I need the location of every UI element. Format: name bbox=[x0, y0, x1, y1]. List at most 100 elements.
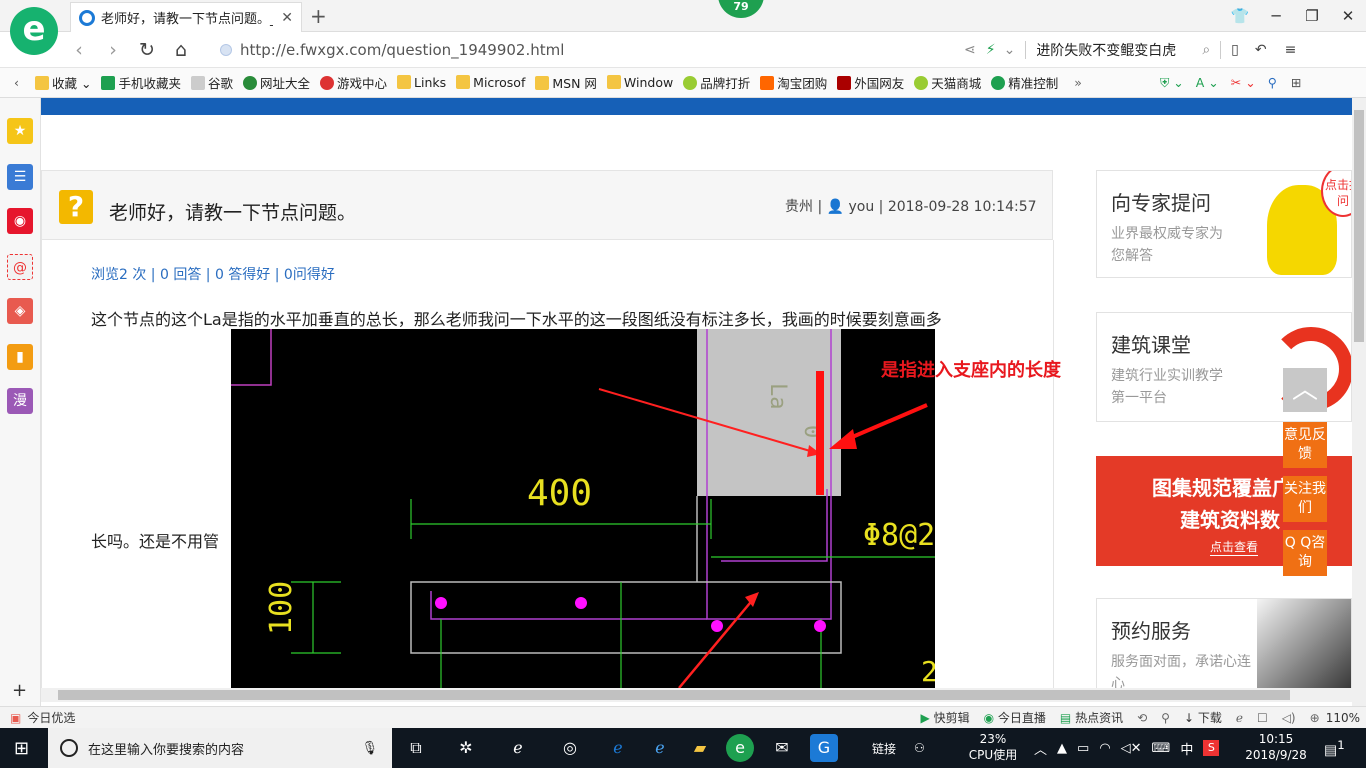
people-icon[interactable]: ⚇ bbox=[914, 741, 925, 755]
question-stats[interactable]: 浏览2 次 | 0 回答 | 0 答得好 | 0问得好 bbox=[91, 264, 335, 284]
favorites-icon[interactable]: ★ bbox=[7, 118, 33, 144]
bookmark-item[interactable]: 收藏 ⌄ bbox=[35, 73, 91, 92]
ie-icon[interactable]: ℯ bbox=[646, 734, 674, 762]
bookmark-item[interactable]: 淘宝团购 bbox=[760, 73, 827, 92]
zoom-level[interactable]: 110% bbox=[1326, 711, 1360, 725]
history-icon[interactable]: ⟲ bbox=[1137, 711, 1147, 725]
bookmark-item[interactable]: Window bbox=[606, 75, 673, 90]
bookmark-item[interactable]: 网址大全 bbox=[243, 73, 310, 92]
minimize-icon[interactable]: ─ bbox=[1258, 7, 1294, 25]
status-item[interactable]: ▶ 快剪辑 bbox=[921, 709, 970, 726]
taskbar-search[interactable]: 在这里输入你要搜索的内容 🎙 bbox=[48, 728, 392, 768]
novel-icon[interactable]: ▮ bbox=[7, 344, 33, 370]
ie-mode-icon[interactable]: ℯ bbox=[1236, 711, 1243, 725]
banner-cta[interactable]: 点击查看 bbox=[1210, 538, 1259, 556]
skin-icon[interactable]: 👕 bbox=[1222, 7, 1258, 25]
status-item[interactable]: ▤ 热点资讯 bbox=[1060, 709, 1123, 726]
comic-icon[interactable]: 漫 bbox=[7, 388, 33, 414]
restore-icon[interactable]: ❐ bbox=[1294, 7, 1330, 25]
bookmark-item[interactable]: 游戏中心 bbox=[320, 73, 387, 92]
more-bookmarks-icon[interactable]: » bbox=[1074, 75, 1082, 90]
vertical-scroll-thumb[interactable] bbox=[1354, 110, 1364, 342]
bookmark-item[interactable]: 手机收藏夹 bbox=[101, 73, 181, 92]
translate-icon[interactable]: A ⌄ bbox=[1196, 75, 1219, 90]
menu-icon[interactable]: ≡ bbox=[1285, 42, 1297, 58]
search-icon[interactable]: ⌕ bbox=[1202, 42, 1210, 58]
bookmark-item[interactable]: 精准控制 bbox=[991, 73, 1058, 92]
volume-icon[interactable]: ◁) bbox=[1282, 711, 1296, 725]
add-sidebar-icon[interactable]: + bbox=[12, 680, 27, 701]
today-picks[interactable]: 今日优选 bbox=[27, 709, 75, 726]
tools-icon[interactable]: ✂ ⌄ bbox=[1231, 75, 1256, 90]
appointment-card[interactable]: 预约服务 服务面对面，承诺心连心 bbox=[1096, 598, 1352, 688]
weibo-icon[interactable]: ◉ bbox=[7, 208, 33, 234]
notification-bell-icon[interactable]: ▲ bbox=[1057, 741, 1067, 756]
chrome-like-icon[interactable]: ◎ bbox=[556, 734, 584, 762]
follow-button[interactable]: 关注我们 bbox=[1283, 476, 1327, 522]
action-center-icon[interactable]: ▤1 bbox=[1324, 738, 1345, 759]
url-field[interactable]: http://e.fwxgx.com/question_1949902.html bbox=[220, 39, 980, 61]
edge-icon[interactable]: ℯ bbox=[604, 734, 632, 762]
home-icon[interactable]: ⌂ bbox=[164, 39, 198, 61]
collapse-icon[interactable]: ‹ bbox=[14, 75, 19, 90]
game-icon[interactable]: ◈ bbox=[7, 298, 33, 324]
edge-old-icon[interactable]: ℯ bbox=[504, 734, 532, 762]
new-tab-icon[interactable]: + bbox=[310, 4, 327, 28]
address-tools: ⋖ ⚡ ⌄ 进阶失败不变鲲变白虎 ⌕ ▯ ↶ ≡ bbox=[964, 40, 1296, 60]
search-icon[interactable]: ⚲ bbox=[1268, 75, 1277, 90]
mobile-icon[interactable]: ▯ bbox=[1231, 42, 1239, 58]
mail-icon[interactable]: @ bbox=[7, 254, 33, 280]
link-label[interactable]: 链接 bbox=[872, 740, 896, 757]
bookmark-item[interactable]: 外国网友 bbox=[837, 73, 904, 92]
zoom-icon[interactable]: ⊕ bbox=[1310, 711, 1320, 725]
qq-button[interactable]: Q Q咨询 bbox=[1283, 530, 1327, 576]
question-body: 这个节点的这个La是指的水平加垂直的总长，那么老师我问一下水平的这一段图纸没有标… bbox=[91, 310, 942, 329]
tab-active[interactable]: 老师好，请教一下节点问题。_广 ✕ bbox=[70, 2, 302, 32]
battery-icon[interactable]: ▭ bbox=[1077, 741, 1089, 756]
chevron-down-icon[interactable]: ⌄ bbox=[1004, 42, 1016, 58]
browser-active-icon[interactable]: e bbox=[726, 734, 754, 762]
apps-icon[interactable]: ⊞ bbox=[1291, 75, 1301, 90]
horizontal-scroll-thumb[interactable] bbox=[58, 690, 1290, 700]
refresh-icon[interactable]: ↻ bbox=[130, 39, 164, 61]
clock[interactable]: 10:15 2018/9/28 bbox=[1244, 731, 1308, 763]
back-icon[interactable]: ‹ bbox=[62, 39, 96, 61]
mail-icon[interactable]: ✉ bbox=[768, 734, 796, 762]
pin-icon[interactable]: ⚲ bbox=[1161, 711, 1170, 725]
status-item[interactable]: ↓ 下载 bbox=[1184, 709, 1222, 726]
feedback-button[interactable]: 意见反馈 bbox=[1283, 422, 1327, 468]
windows-start-icon[interactable]: ⊞ bbox=[14, 738, 29, 759]
bookmark-item[interactable]: 天猫商城 bbox=[914, 73, 981, 92]
explorer-icon[interactable]: ▰ bbox=[686, 734, 714, 762]
wifi-icon[interactable]: ◠ bbox=[1099, 741, 1110, 756]
ime-indicator[interactable]: 中 bbox=[1180, 739, 1193, 758]
window-icon[interactable]: ☐ bbox=[1257, 711, 1268, 725]
search-hint[interactable]: 进阶失败不变鲲变白虎 bbox=[1036, 40, 1196, 60]
bookmark-item[interactable]: 谷歌 bbox=[190, 73, 233, 92]
share-icon[interactable]: ⋖ bbox=[964, 42, 976, 58]
ask-expert-card[interactable]: 向专家提问 业界最权威专家为您解答 点击提问 bbox=[1096, 170, 1352, 278]
bookmark-item[interactable]: Microsof bbox=[456, 75, 525, 90]
browser-logo-icon[interactable]: e bbox=[10, 7, 58, 55]
cpu-meter[interactable]: 23% CPU使用 bbox=[964, 731, 1022, 763]
shield-icon[interactable]: ⛨ ⌄ bbox=[1160, 75, 1184, 91]
sogou-icon[interactable]: S bbox=[1203, 740, 1220, 756]
bookmark-item[interactable]: MSN 网 bbox=[535, 73, 597, 92]
task-view-icon[interactable]: ⧉ bbox=[402, 734, 430, 762]
microphone-icon[interactable]: 🎙 bbox=[361, 741, 378, 756]
close-window-icon[interactable]: ✕ bbox=[1330, 7, 1366, 25]
news-icon[interactable]: ☰ bbox=[7, 164, 33, 190]
g-app-icon[interactable]: G bbox=[810, 734, 838, 762]
back-to-top-icon[interactable]: ︿ bbox=[1283, 368, 1327, 412]
undo-icon[interactable]: ↶ bbox=[1255, 42, 1267, 58]
close-tab-icon[interactable]: ✕ bbox=[281, 10, 293, 26]
mute-icon[interactable]: ◁✕ bbox=[1121, 741, 1142, 756]
pinwheel-app-icon[interactable]: ✲ bbox=[452, 734, 480, 762]
bookmark-item[interactable]: Links bbox=[397, 75, 446, 90]
speed-icon[interactable]: ⚡ bbox=[986, 42, 996, 58]
forward-icon[interactable]: › bbox=[96, 39, 130, 61]
status-item[interactable]: ◉ 今日直播 bbox=[984, 709, 1046, 726]
chevron-up-icon[interactable]: ︿ bbox=[1034, 739, 1047, 758]
keyboard-icon[interactable]: ⌨ bbox=[1152, 741, 1171, 756]
bookmark-item[interactable]: 品牌打折 bbox=[683, 73, 750, 92]
